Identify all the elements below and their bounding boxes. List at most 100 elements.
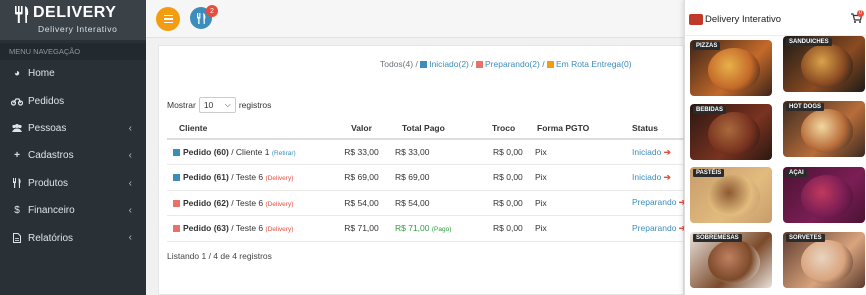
order-type-tag: (Delivery): [265, 200, 294, 208]
menu-preview-panel: Delivery Interativo 0 PIZZAS SANDUICHES …: [684, 0, 866, 295]
chevron-left-icon: ‹: [128, 122, 132, 134]
cell-troco: R$ 0,00: [476, 190, 529, 216]
category-tile[interactable]: PASTÉIS: [690, 167, 772, 223]
panel-title: Delivery Interativo: [705, 14, 782, 25]
table-row[interactable]: Pedido (63) / Teste 6 (Delivery) R$ 71,0…: [167, 215, 686, 242]
cell-status[interactable]: Preparando ➔: [618, 215, 686, 242]
sidebar-item-pessoas[interactable]: Pessoas ‹: [0, 115, 146, 142]
category-tile[interactable]: BEBIDAS: [690, 104, 772, 160]
cell-total-pago: R$ 71,00 (Pago): [390, 215, 476, 242]
cell-valor: R$ 71,00: [333, 215, 390, 242]
order-link[interactable]: Pedido (61): [183, 172, 229, 182]
category-label: BEBIDAS: [693, 106, 727, 114]
sidebar-item-label: Produtos: [28, 177, 69, 189]
records-label: registros: [238, 100, 272, 110]
client-name: / Teste 6: [231, 223, 264, 234]
status-filter-bar: Todos(4) / Iniciado(2) / Preparando(2) /…: [380, 59, 632, 69]
started-swatch: [420, 61, 428, 68]
status-label[interactable]: Iniciado: [632, 172, 661, 182]
order-link[interactable]: Pedido (60): [183, 147, 229, 157]
brand-subtitle: Delivery Interativo: [38, 24, 118, 34]
arrow-right-icon: ➔: [663, 171, 671, 182]
sidebar-item-label: Cadastros: [28, 150, 74, 162]
sidebar-item-home[interactable]: ◕ Home: [0, 60, 146, 87]
category-tile[interactable]: SOBREMESAS: [690, 232, 772, 288]
category-tile[interactable]: HOT DOGS: [783, 101, 865, 157]
filter-separator: /: [542, 59, 545, 69]
table-row[interactable]: Pedido (62) / Teste 6 (Delivery) R$ 54,0…: [167, 190, 686, 216]
status-dot: [173, 174, 180, 182]
filter-separator: /: [471, 59, 474, 69]
cell-status[interactable]: Iniciado ➔: [618, 139, 686, 165]
sidebar-item-relatorios[interactable]: Relatórios ‹: [0, 224, 146, 251]
sidebar-item-pedidos[interactable]: Pedidos: [0, 87, 146, 114]
category-tile[interactable]: SORVETES: [783, 232, 865, 288]
cell-total-pago: R$ 33,00: [390, 139, 476, 165]
category-label: AÇAI: [786, 169, 807, 177]
order-link[interactable]: Pedido (62): [183, 198, 229, 208]
category-label: PIZZAS: [693, 42, 721, 50]
filter-delivering[interactable]: Em Rota Entrega(0): [556, 59, 632, 69]
status-label[interactable]: Preparando: [632, 197, 676, 207]
client-name: / Teste 6: [231, 197, 264, 208]
col-troco[interactable]: Troco: [476, 117, 529, 140]
dollar-icon: $: [14, 205, 20, 217]
show-label: Mostrar: [167, 100, 196, 110]
cell-cliente: Pedido (63) / Teste 6 (Delivery): [167, 215, 333, 242]
order-link[interactable]: Pedido (63): [183, 223, 229, 233]
status-label[interactable]: Preparando: [632, 223, 676, 233]
category-tile[interactable]: PIZZAS: [690, 40, 772, 96]
cell-troco: R$ 0,00: [476, 215, 529, 242]
category-label: SANDUICHES: [786, 38, 832, 46]
cell-forma-pgto: Pix: [529, 215, 618, 242]
brand[interactable]: DELIVERY Delivery Interativo: [0, 0, 146, 40]
filter-preparing[interactable]: Preparando(2): [485, 59, 540, 69]
table-row[interactable]: Pedido (60) / Cliente 1 (Retirar) R$ 33,…: [167, 139, 686, 165]
col-status[interactable]: Status: [618, 117, 686, 140]
cutlery-icon: [196, 12, 205, 24]
paid-amount: R$ 54,00: [395, 197, 430, 208]
cell-valor: R$ 69,00: [333, 164, 390, 191]
cell-cliente: Pedido (61) / Teste 6 (Delivery): [167, 164, 333, 191]
food-image: [708, 112, 760, 156]
users-icon: [10, 123, 24, 133]
table-header-row: Cliente Valor Total Pago Troco Forma PGT…: [167, 117, 686, 140]
filter-started[interactable]: Iniciado(2): [429, 59, 469, 69]
status-dot: [173, 199, 180, 207]
sidebar-item-financeiro[interactable]: $ Financeiro ‹: [0, 197, 146, 224]
order-type-tag: (Delivery): [265, 175, 294, 183]
orders-count-badge: 2: [206, 5, 218, 17]
filter-separator: /: [415, 59, 418, 69]
food-image: [708, 48, 760, 92]
sidebar-item-cadastros[interactable]: + Cadastros ‹: [0, 142, 146, 169]
panel-header: Delivery Interativo 0: [685, 0, 866, 36]
category-label: SOBREMESAS: [693, 234, 742, 242]
food-image: [801, 175, 853, 219]
category-tile[interactable]: AÇAI: [783, 167, 865, 223]
hamburger-menu-button[interactable]: [156, 7, 180, 31]
category-tile[interactable]: SANDUICHES: [783, 36, 865, 92]
status-label[interactable]: Iniciado: [632, 147, 661, 157]
chevron-left-icon: ‹: [128, 204, 132, 216]
store-logo-icon: [689, 14, 703, 25]
sidebar-item-produtos[interactable]: Produtos ‹: [0, 170, 146, 197]
table-row[interactable]: Pedido (61) / Teste 6 (Delivery) R$ 69,0…: [167, 164, 686, 191]
cell-forma-pgto: Pix: [529, 164, 618, 191]
paid-amount: R$ 33,00: [395, 147, 430, 157]
cell-valor: R$ 33,00: [333, 139, 390, 165]
sidebar: DELIVERY Delivery Interativo MENU NAVEGA…: [0, 0, 146, 295]
plus-icon: +: [14, 150, 20, 162]
col-valor[interactable]: Valor: [333, 117, 390, 140]
page-size-select[interactable]: 10 ⌵: [198, 97, 236, 113]
cell-status[interactable]: Iniciado ➔: [618, 164, 686, 191]
order-type-tag: (Retirar): [271, 150, 296, 157]
col-forma-pgto[interactable]: Forma PGTO: [529, 117, 618, 140]
sidebar-item-label: Home: [28, 68, 55, 80]
sidebar-item-label: Financeiro: [28, 205, 75, 217]
cell-cliente: Pedido (60) / Cliente 1 (Retirar): [167, 139, 333, 165]
filter-all[interactable]: Todos(4): [380, 59, 413, 69]
col-total-pago[interactable]: Total Pago: [390, 117, 476, 140]
category-label: PASTÉIS: [693, 169, 725, 177]
cell-status[interactable]: Preparando ➔: [618, 190, 686, 216]
col-cliente[interactable]: Cliente: [167, 117, 333, 140]
